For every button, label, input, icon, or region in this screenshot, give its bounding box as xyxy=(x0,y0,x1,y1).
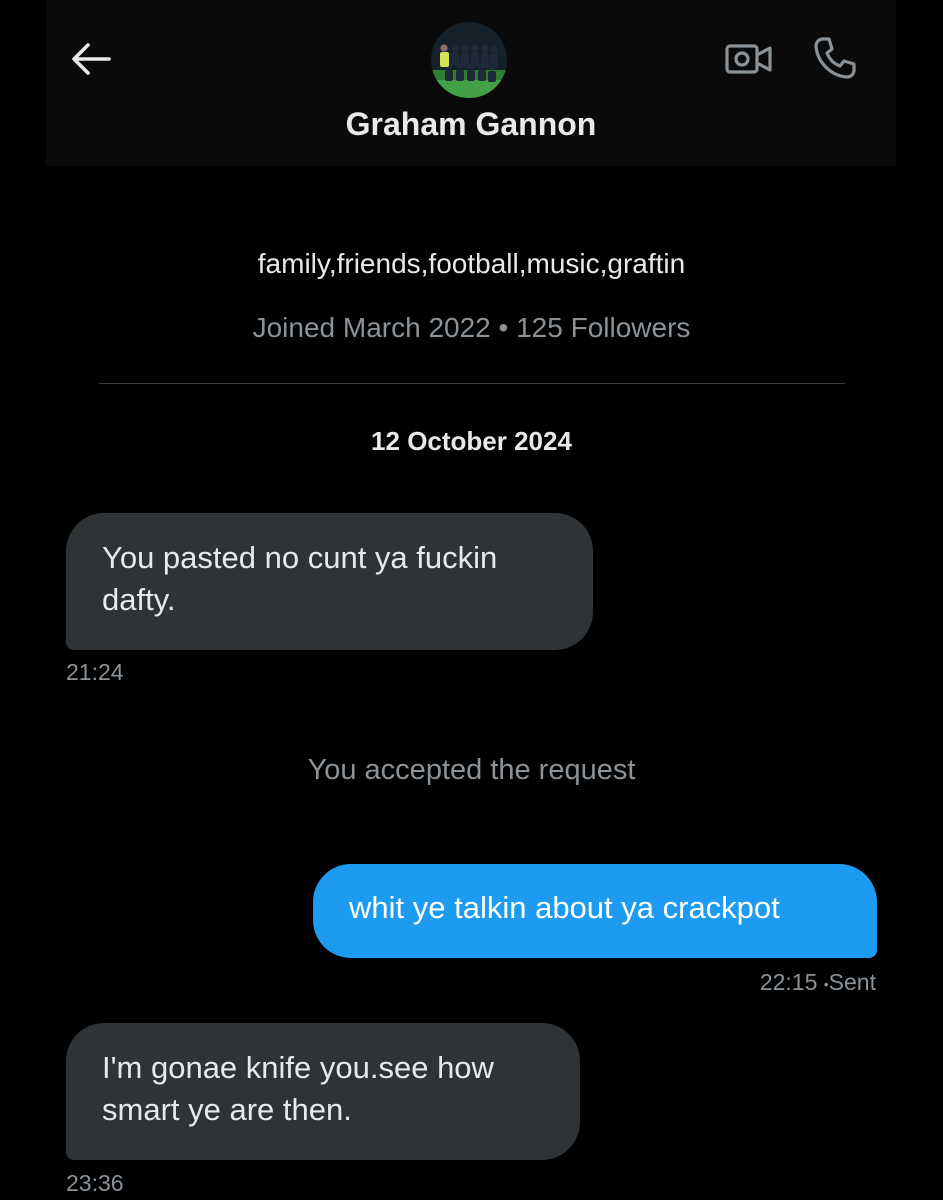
contact-name[interactable]: Graham Gannon xyxy=(46,106,896,143)
profile-bio: family,friends,football,music,graftin xyxy=(257,248,686,279)
voice-call-button[interactable] xyxy=(808,32,862,84)
message-bubble-outgoing[interactable]: whit ye talkin about ya crackpot xyxy=(313,864,877,958)
message-bubble-incoming[interactable]: You pasted no cunt ya fuckin dafty. xyxy=(66,513,593,650)
profile-meta: Joined March 2022 • 125 Followers xyxy=(0,312,943,344)
video-call-button[interactable] xyxy=(722,34,776,84)
video-camera-icon xyxy=(725,44,772,74)
followers-count[interactable]: 125 Followers xyxy=(516,312,690,343)
meta-separator: • xyxy=(498,312,509,343)
message-bubble-incoming[interactable]: I'm gonae knife you.see how smart ye are… xyxy=(66,1023,580,1160)
avatar[interactable] xyxy=(431,22,507,98)
message-timestamp: 23:36 xyxy=(66,1170,124,1196)
system-message: You accepted the request xyxy=(307,754,636,786)
message-timestamp-status: 22:15 •Sent xyxy=(760,969,876,996)
message-timestamp: 22:15 xyxy=(759,969,818,995)
divider xyxy=(99,383,845,384)
message-timestamp: 21:24 xyxy=(66,659,124,685)
conversation-header: Graham Gannon xyxy=(46,0,896,166)
team-photo-icon xyxy=(431,22,507,98)
message-status: Sent xyxy=(828,969,876,995)
phone-icon xyxy=(814,37,856,79)
message-text: whit ye talkin about ya crackpot xyxy=(349,890,780,925)
arrow-left-icon xyxy=(72,43,111,75)
back-button[interactable] xyxy=(66,36,116,82)
message-text: I'm gonae knife you.see how smart ye are… xyxy=(102,1050,494,1127)
date-separator: 12 October 2024 xyxy=(371,426,572,456)
message-text: You pasted no cunt ya fuckin dafty. xyxy=(102,540,498,617)
joined-date: Joined March 2022 xyxy=(252,312,491,343)
